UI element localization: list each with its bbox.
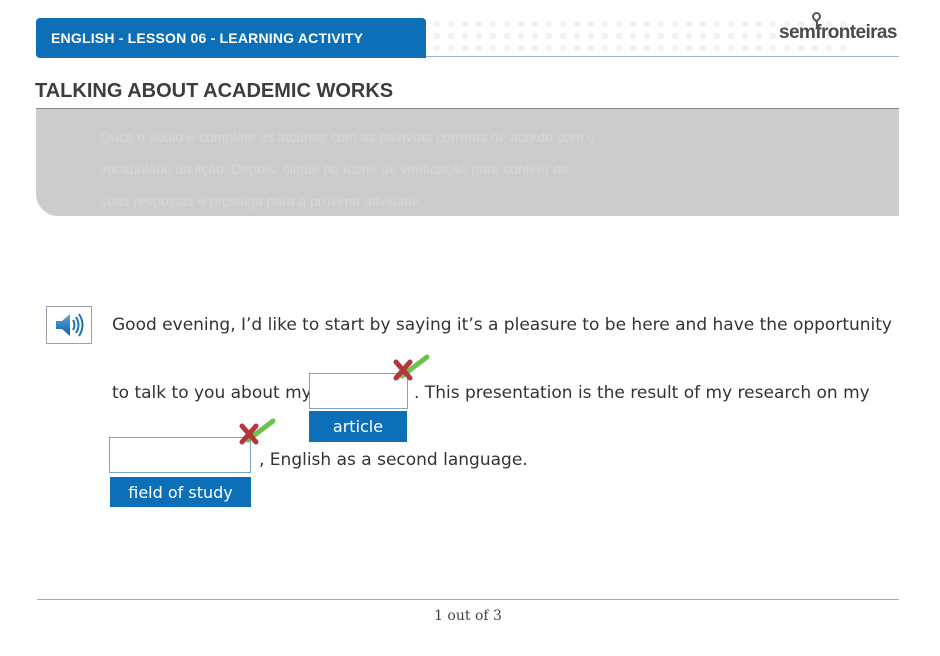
page-counter: 1 out of 3 — [434, 608, 502, 624]
instructions-line: vocabulário da lição. Depois, clique no … — [100, 161, 569, 177]
header-divider — [426, 56, 899, 57]
answer-chip-article[interactable]: article — [309, 411, 407, 442]
lesson-title: ENGLISH - LESSON 06 - LEARNING ACTIVITY — [51, 30, 364, 46]
brand-logo: semfronteiras — [779, 22, 897, 43]
footer-divider — [37, 599, 899, 600]
play-audio-button[interactable] — [46, 306, 92, 344]
instructions-panel: Ouça o áudio e complete as lacunas com a… — [36, 109, 899, 216]
lesson-header-tab: ENGLISH - LESSON 06 - LEARNING ACTIVITY — [36, 18, 426, 58]
instructions-line: Ouça o áudio e complete as lacunas com a… — [100, 129, 595, 145]
answer-chip-field-of-study[interactable]: field of study — [110, 477, 251, 507]
page-title: TALKING ABOUT ACADEMIC WORKS — [35, 80, 394, 102]
sentence-line-1: Good evening, I’d like to start by sayin… — [112, 315, 892, 335]
sentence-line-2-start: to talk to you about my — [112, 383, 312, 403]
check-answer-icon[interactable] — [236, 418, 276, 450]
check-answer-icon[interactable] — [390, 354, 430, 386]
sentence-line-2-end: . This presentation is the result of my … — [414, 383, 870, 403]
answer-blank-2[interactable] — [109, 437, 251, 473]
speaker-icon — [56, 313, 84, 337]
instructions-line: suas respostas e prossiga para a próxima… — [100, 193, 424, 209]
sentence-line-3-end: , English as a second language. — [259, 450, 528, 470]
